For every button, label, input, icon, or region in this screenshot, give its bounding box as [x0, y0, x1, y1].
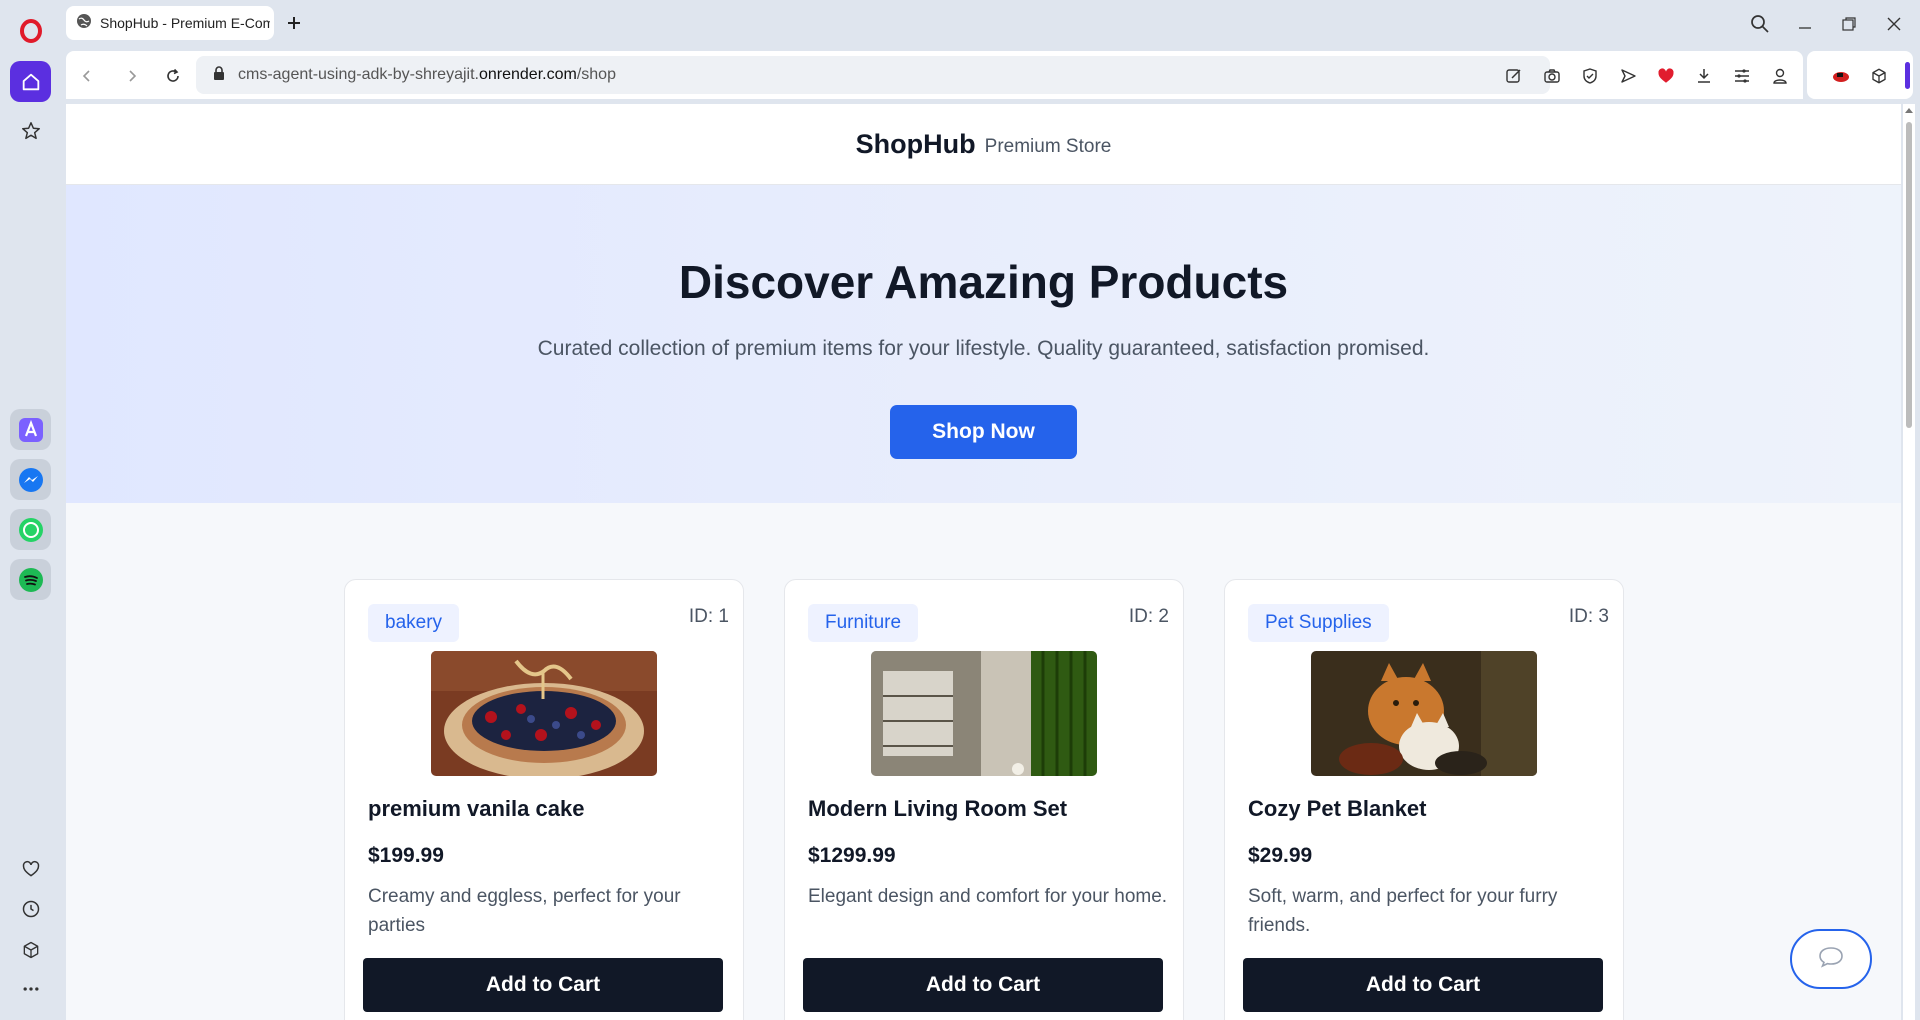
product-image-pet[interactable]	[1311, 651, 1537, 776]
lock-icon	[212, 65, 226, 86]
category-badge: bakery	[368, 604, 460, 642]
extensions-panel	[1807, 51, 1913, 99]
product-name[interactable]: Modern Living Room Set	[808, 796, 1067, 822]
tab-strip: ShopHub - Premium E-Commerce	[62, 0, 1920, 47]
product-description: Elegant design and comfort for your home…	[808, 886, 1168, 907]
opera-sidebar	[0, 0, 62, 1020]
product-name[interactable]: premium vanila cake	[368, 796, 584, 822]
url-field[interactable]: cms-agent-using-adk-by-shreyajit.onrende…	[196, 56, 1550, 94]
url-prefix: cms-agent-using-adk-by-shreyajit.	[238, 66, 479, 83]
spotify-icon[interactable]	[10, 559, 51, 600]
edit-icon[interactable]	[1502, 64, 1526, 88]
extension-icon[interactable]	[1829, 64, 1853, 88]
more-icon[interactable]	[10, 968, 51, 1009]
search-tabs-icon[interactable]	[1748, 12, 1772, 36]
category-badge: Furniture	[808, 604, 919, 642]
camera-icon[interactable]	[1540, 64, 1564, 88]
add-to-cart-button[interactable]: Add to Cart	[803, 958, 1163, 1012]
close-icon[interactable]	[1882, 12, 1906, 36]
product-id: ID: 1	[688, 606, 729, 627]
shield-icon[interactable]	[1578, 64, 1602, 88]
back-icon[interactable]	[76, 65, 98, 87]
brand-subtitle: Premium Store	[984, 135, 1112, 157]
aria-icon[interactable]	[10, 409, 51, 450]
product-id: ID: 2	[1128, 606, 1169, 627]
product-description: Creamy and eggless, perfect for your par…	[368, 886, 681, 936]
product-card: Furniture ID: 2 Modern Living Room Set $…	[784, 579, 1184, 1020]
reload-icon[interactable]	[162, 65, 184, 87]
restore-icon[interactable]	[1837, 12, 1861, 36]
hero-subtitle: Curated collection of premium items for …	[537, 337, 1430, 360]
tab-title: ShopHub - Premium E-Commerce	[100, 15, 270, 31]
heart-icon[interactable]	[1654, 64, 1678, 88]
messenger-icon[interactable]	[10, 459, 51, 500]
scroll-thumb[interactable]	[1906, 122, 1912, 428]
product-price: $199.99	[368, 844, 444, 867]
shop-now-button[interactable]: Shop Now	[890, 405, 1077, 459]
minimize-icon[interactable]	[1793, 12, 1817, 36]
url-path: /shop	[576, 66, 616, 83]
tab-shophub[interactable]: ShopHub - Premium E-Commerce	[66, 6, 274, 40]
chat-button[interactable]	[1790, 929, 1872, 989]
hero-section: Discover Amazing Products Curated collec…	[66, 185, 1901, 503]
download-icon[interactable]	[1692, 64, 1716, 88]
chat-bubble-icon	[1818, 946, 1844, 973]
easy-setup-icon[interactable]	[1730, 64, 1754, 88]
heart-icon[interactable]	[10, 848, 51, 889]
address-bar-row: cms-agent-using-adk-by-shreyajit.onrende…	[66, 51, 1803, 99]
send-icon[interactable]	[1616, 64, 1640, 88]
category-badge: Pet Supplies	[1248, 604, 1389, 642]
product-price: $29.99	[1248, 844, 1313, 867]
home-icon[interactable]	[10, 61, 51, 102]
page-viewport: ShopHub Premium Store Discover Amazing P…	[66, 104, 1901, 1020]
product-card: Pet Supplies ID: 3 Cozy Pet Blanket $29.…	[1224, 579, 1624, 1020]
sidebar-toggle-indicator[interactable]	[1905, 62, 1910, 89]
new-tab-plus-icon[interactable]	[284, 13, 304, 33]
url-domain: onrender.com	[478, 66, 577, 83]
product-image-cake[interactable]	[431, 651, 657, 776]
product-name[interactable]: Cozy Pet Blanket	[1248, 796, 1427, 822]
page-scrollbar[interactable]	[1903, 104, 1915, 1020]
opera-logo-icon[interactable]	[10, 10, 51, 51]
forward-icon[interactable]	[121, 65, 143, 87]
product-card: bakery ID: 1 premium vanila cake $199.99…	[344, 579, 744, 1020]
history-icon[interactable]	[10, 888, 51, 929]
profile-icon[interactable]	[1768, 64, 1792, 88]
cube-icon[interactable]	[1867, 64, 1891, 88]
add-to-cart-button[interactable]: Add to Cart	[1243, 958, 1603, 1012]
cube-icon[interactable]	[10, 929, 51, 970]
hero-title: Discover Amazing Products	[678, 256, 1289, 308]
star-icon[interactable]	[10, 110, 51, 151]
add-to-cart-button[interactable]: Add to Cart	[363, 958, 723, 1012]
url-text: cms-agent-using-adk-by-shreyajit.onrende…	[238, 66, 616, 84]
site-header: ShopHub Premium Store	[66, 104, 1901, 185]
product-image-living-room[interactable]	[871, 651, 1097, 776]
whatsapp-icon[interactable]	[10, 509, 51, 550]
scroll-up-arrow[interactable]	[1905, 108, 1913, 113]
brand-logo[interactable]: ShopHub	[856, 129, 976, 160]
product-description: Soft, warm, and perfect for your furry f…	[1248, 886, 1558, 936]
product-id: ID: 3	[1568, 606, 1609, 627]
product-price: $1299.99	[808, 844, 896, 867]
globe-icon	[76, 13, 92, 34]
